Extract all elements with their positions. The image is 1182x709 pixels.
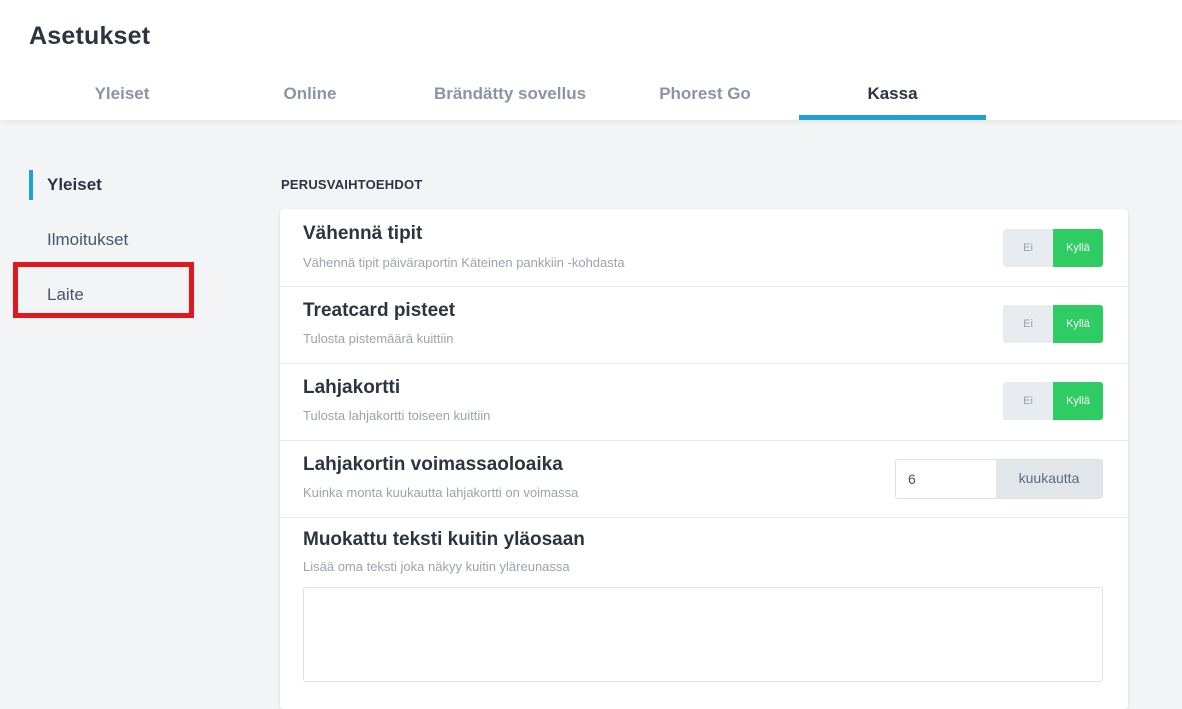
months-unit-label: kuukautta [996,460,1102,498]
setting-title: Treatcard pisteet [303,300,456,321]
tab-brandatty-sovellus[interactable]: Brändätty sovellus [412,80,608,120]
yes-no-toggle: Ei Kyllä [1003,229,1103,267]
setting-row-lahjakortti: Lahjakortti Tulosta lahjakortti toiseen … [280,363,1128,441]
section-title: PERUSVAIHTOEHDOT [281,177,423,192]
settings-header: Asetukset Yleiset Online Brändätty sovel… [0,0,1182,120]
tab-yleiset[interactable]: Yleiset [58,80,186,120]
setting-row-vahenna-tipit: Vähennä tipit Vähennä tipit päiväraporti… [280,209,1128,287]
toggle-option-yes[interactable]: Kyllä [1053,229,1103,267]
toggle-option-yes[interactable]: Kyllä [1053,305,1103,343]
setting-description: Lisää oma teksti joka näkyy kuitin yläre… [303,559,570,574]
setting-description: Tulosta lahjakortti toiseen kuittiin [303,408,491,423]
setting-description: Kuinka monta kuukautta lahjakortti on vo… [303,485,579,500]
receipt-header-text-input[interactable] [303,587,1103,682]
tab-phorest-go[interactable]: Phorest Go [640,80,770,120]
tab-online[interactable]: Online [250,80,370,120]
validity-months-group: kuukautta [895,459,1103,499]
toggle-option-no[interactable]: Ei [1003,382,1053,420]
settings-card: Vähennä tipit Vähennä tipit päiväraporti… [280,209,1128,709]
sidebar-item-yleiset[interactable]: Yleiset [29,170,207,200]
yes-no-toggle: Ei Kyllä [1003,305,1103,343]
setting-row-treatcard-pisteet: Treatcard pisteet Tulosta pistemäärä kui… [280,286,1128,364]
tab-kassa[interactable]: Kassa [799,80,986,120]
validity-months-input[interactable] [896,460,996,498]
setting-description: Tulosta pistemäärä kuittiin [303,331,454,346]
sidebar-item-laite[interactable]: Laite [29,280,207,310]
setting-title: Vähennä tipit [303,223,423,244]
setting-title: Muokattu teksti kuitin yläosaan [303,529,585,550]
page-title: Asetukset [29,22,151,50]
tab-bar: Yleiset Online Brändätty sovellus Phores… [0,80,1182,120]
toggle-option-no[interactable]: Ei [1003,229,1053,267]
sidebar-item-ilmoitukset[interactable]: Ilmoitukset [29,225,207,255]
setting-description: Vähennä tipit päiväraportin Käteinen pan… [303,255,625,270]
setting-title: Lahjakortti [303,377,401,398]
toggle-option-yes[interactable]: Kyllä [1053,382,1103,420]
yes-no-toggle: Ei Kyllä [1003,382,1103,420]
toggle-option-no[interactable]: Ei [1003,305,1053,343]
setting-title: Lahjakortin voimassaoloaika [303,454,563,475]
